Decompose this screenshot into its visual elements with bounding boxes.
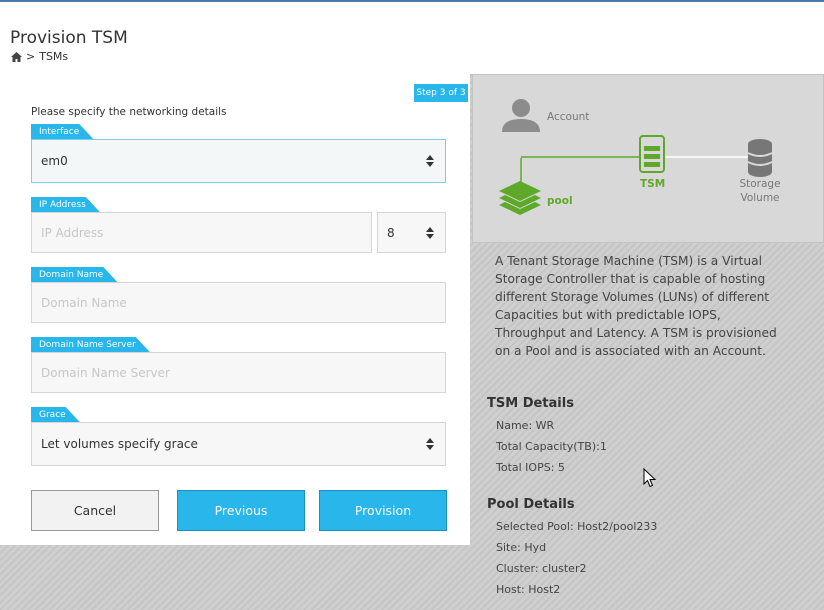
ip-prefix-value: 8 xyxy=(387,225,395,240)
storage-label-line1: Storage xyxy=(739,178,781,190)
tsm-description: A Tenant Storage Machine (TSM) is a Virt… xyxy=(495,254,777,358)
grace-select[interactable]: Let volumes specify grace xyxy=(31,422,446,466)
interface-select[interactable]: em0 xyxy=(31,139,446,183)
step-badge: Step 3 of 3 xyxy=(414,84,468,102)
cancel-button[interactable]: Cancel xyxy=(31,490,159,531)
pool-host: Host: Host2 xyxy=(496,583,561,596)
domain-name-server-placeholder: Domain Name Server xyxy=(41,365,170,380)
top-rule xyxy=(0,0,824,2)
ip-address-input[interactable]: IP Address xyxy=(31,212,372,253)
page-title: Provision TSM xyxy=(10,28,128,48)
tsm-total-capacity: Total Capacity(TB):1 xyxy=(496,440,607,453)
domain-name-label: Domain Name xyxy=(31,267,117,282)
provision-button[interactable]: Provision xyxy=(319,490,447,531)
previous-button[interactable]: Previous xyxy=(177,490,305,531)
domain-name-placeholder: Domain Name xyxy=(41,295,127,310)
storage-label-line2: Volume xyxy=(740,192,780,204)
mouse-cursor-icon xyxy=(643,468,657,488)
pool-details-heading: Pool Details xyxy=(487,497,575,512)
pool-selected: Selected Pool: Host2/pool233 xyxy=(496,520,658,533)
layers-icon xyxy=(499,181,541,215)
home-icon[interactable] xyxy=(11,51,22,62)
ip-address-placeholder: IP Address xyxy=(41,225,104,240)
tsm-name: Name: WR xyxy=(496,419,555,432)
account-node-label: Account xyxy=(547,111,590,123)
ip-prefix-select[interactable]: 8 xyxy=(377,212,446,253)
domain-name-server-label: Domain Name Server xyxy=(31,337,150,352)
select-arrows-icon xyxy=(426,226,434,239)
server-icon xyxy=(639,135,665,173)
interface-value: em0 xyxy=(41,154,68,168)
storage-volume-node-label: Storage Volume xyxy=(730,177,790,205)
database-icon xyxy=(747,139,773,177)
select-arrows-icon xyxy=(426,155,434,167)
breadcrumb-separator: > xyxy=(26,50,36,63)
tsm-details-heading: TSM Details xyxy=(487,396,574,411)
tsm-total-iops: Total IOPS: 5 xyxy=(496,461,565,474)
grace-value: Let volumes specify grace xyxy=(41,437,198,451)
tsm-node-label: TSM xyxy=(640,178,666,190)
form-instructions: Please specify the networking details xyxy=(31,106,227,118)
select-arrows-icon xyxy=(426,438,434,450)
domain-name-input[interactable]: Domain Name xyxy=(31,282,446,323)
breadcrumb: > TSMs xyxy=(11,50,68,63)
topology-diagram-graphics xyxy=(499,99,773,215)
breadcrumb-item-tsms[interactable]: TSMs xyxy=(39,50,68,63)
pool-cluster: Cluster: cluster2 xyxy=(496,562,587,575)
pool-node-label: pool xyxy=(547,195,573,207)
domain-name-server-input[interactable]: Domain Name Server xyxy=(31,352,446,393)
user-icon xyxy=(502,99,540,132)
pool-site: Site: Hyd xyxy=(496,541,547,554)
